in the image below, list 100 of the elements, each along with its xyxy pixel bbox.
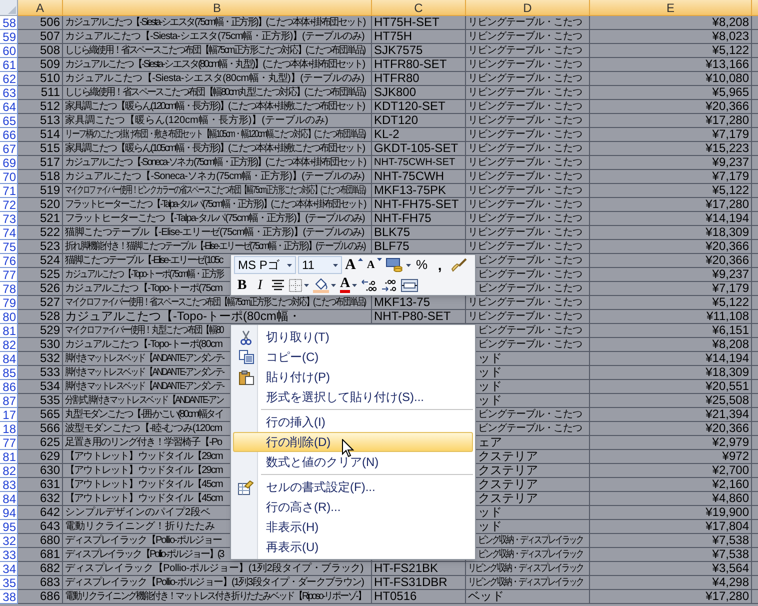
row-header[interactable]: 64 bbox=[0, 100, 18, 114]
column-header[interactable]: A bbox=[18, 0, 63, 16]
fill-color-button[interactable] bbox=[312, 276, 337, 294]
table-cell: リビングテーブル・こたつ bbox=[466, 170, 590, 184]
table-cell: 506 bbox=[18, 16, 63, 30]
down-triangle-icon bbox=[376, 258, 382, 261]
table-cell: 509 bbox=[18, 58, 63, 72]
table-cell: ¥5,122 bbox=[590, 184, 752, 198]
row-header[interactable]: 17 bbox=[0, 408, 18, 422]
row-header[interactable]: 61 bbox=[0, 58, 18, 72]
table-cell: 566 bbox=[18, 422, 63, 436]
row-header[interactable]: 73 bbox=[0, 212, 18, 226]
row-header[interactable]: 80 bbox=[0, 310, 18, 324]
table-cell: ¥18,309 bbox=[590, 366, 752, 380]
clipboard-icon bbox=[238, 370, 254, 384]
row-header[interactable]: 85 bbox=[0, 366, 18, 380]
table-cell: ¥19,900 bbox=[590, 506, 752, 520]
row-header[interactable]: 32 bbox=[0, 534, 18, 548]
table-cell: カジュアルこたつ【-Siesta-シエスタ(80cm幅・丸型)】(テーブルのみ) bbox=[63, 72, 372, 86]
table-cell: 510 bbox=[18, 72, 63, 86]
table-cell: 521 bbox=[18, 212, 63, 226]
row-header[interactable]: 82 bbox=[0, 338, 18, 352]
menu-item[interactable]: 行の削除(D) bbox=[233, 432, 473, 452]
table-cell: ¥9,237 bbox=[590, 156, 752, 170]
format-painter-button[interactable] bbox=[450, 256, 468, 274]
row-header[interactable]: 72 bbox=[0, 198, 18, 212]
row-header[interactable]: 35 bbox=[0, 576, 18, 590]
table-cell: ¥8,208 bbox=[590, 16, 752, 30]
column-header[interactable]: C bbox=[372, 0, 466, 16]
row-header[interactable]: 59 bbox=[0, 30, 18, 44]
table-cell: フラットヒーターこたつ【-Talpa-タルパ(75cm幅・正方形)】(こたつ本体+掛布団セット) bbox=[63, 198, 372, 212]
row-header[interactable]: 33 bbox=[0, 548, 18, 562]
row-header[interactable]: 70 bbox=[0, 170, 18, 184]
row-header[interactable]: 81 bbox=[0, 450, 18, 464]
row-header[interactable]: 69 bbox=[0, 156, 18, 170]
comma-style-button[interactable]: , bbox=[432, 256, 448, 274]
row-header[interactable]: 95 bbox=[0, 520, 18, 534]
row-header[interactable]: 75 bbox=[0, 240, 18, 254]
row-header[interactable]: 66 bbox=[0, 128, 18, 142]
table-cell: 533 bbox=[18, 366, 63, 380]
merge-center-button[interactable] bbox=[400, 276, 420, 294]
copy-icon bbox=[238, 350, 254, 364]
row-header[interactable]: 34 bbox=[0, 562, 18, 576]
row-header[interactable]: 63 bbox=[0, 86, 18, 100]
table-cell: 猫脚こたつテーブル【-Elise-エリーゼ(75cm幅・正方形)】(テーブルのみ) bbox=[63, 226, 372, 240]
table-cell: 681 bbox=[18, 548, 63, 562]
row-header[interactable]: 77 bbox=[0, 268, 18, 282]
column-header[interactable]: E bbox=[590, 0, 752, 16]
table-cell: カジュアルこたつ【-Soneca-ソネカ(75cm幅・正方形)】(テーブルのみ) bbox=[63, 170, 372, 184]
table-cell: NHT-FH75 bbox=[372, 212, 466, 226]
table-cell: HT75H-SET bbox=[372, 16, 466, 30]
row-header[interactable]: 83 bbox=[0, 478, 18, 492]
table-cell: ¥2,979 bbox=[590, 436, 752, 450]
row-header[interactable]: 94 bbox=[0, 506, 18, 520]
table-cell: 527 bbox=[18, 296, 63, 310]
row-header[interactable]: 62 bbox=[0, 72, 18, 86]
center-align-icon bbox=[271, 279, 285, 291]
accounting-format-button[interactable] bbox=[384, 256, 412, 274]
table-cell: 643 bbox=[18, 520, 63, 534]
row-header[interactable]: 76 bbox=[0, 254, 18, 268]
column-header[interactable]: D bbox=[466, 0, 590, 16]
table-cell: 電動リクライニング機能付き！マットレス付き折りたたみベッド【Riposo-リポーゾ-】 bbox=[63, 590, 372, 604]
row-header[interactable]: 71 bbox=[0, 184, 18, 198]
table-cell: ¥7,179 bbox=[590, 282, 752, 296]
font-field[interactable]: MS Pゴ bbox=[234, 256, 296, 274]
table-cell: しじら織使用！省スペースこたつ布団【幅80cm丸型こたつ対応】(こたつ布団単品) bbox=[63, 86, 372, 100]
table-cell: リビングテーブル・こたつ bbox=[466, 198, 590, 212]
row-header[interactable]: 58 bbox=[0, 16, 18, 30]
row-header[interactable]: 86 bbox=[0, 380, 18, 394]
increase-decimal-icon bbox=[361, 278, 378, 292]
row-header[interactable]: 78 bbox=[0, 282, 18, 296]
row-header[interactable]: 18 bbox=[0, 422, 18, 436]
table-cell: リビングテーブル・こたつ bbox=[466, 114, 590, 128]
table-cell: リビング収納・ディスプレイラック bbox=[466, 562, 590, 576]
percent-style-button[interactable]: % bbox=[414, 256, 430, 274]
row-header[interactable]: 74 bbox=[0, 226, 18, 240]
table-cell: リビング収納・ディスプレイラック bbox=[466, 576, 590, 590]
table-cell: ¥17,280 bbox=[590, 198, 752, 212]
row-header[interactable]: 87 bbox=[0, 394, 18, 408]
row-header[interactable]: 65 bbox=[0, 114, 18, 128]
table-cell: KDT120 bbox=[372, 114, 466, 128]
row-header[interactable]: 84 bbox=[0, 492, 18, 506]
table-cell: 632 bbox=[18, 492, 63, 506]
table-cell: リビングテーブル・こたつ bbox=[466, 156, 590, 170]
table-cell: カジュアルこたつ【-Siesta-シエスタ(75cm幅・正方形)】(こたつ本体+掛布団セット) bbox=[63, 16, 372, 30]
table-cell: リビングテーブル・こたつ bbox=[466, 58, 590, 72]
column-header[interactable]: B bbox=[63, 0, 372, 16]
table-cell: 565 bbox=[18, 408, 63, 422]
row-header[interactable]: 38 bbox=[0, 590, 18, 604]
font-size-field[interactable]: 11 bbox=[298, 256, 342, 274]
table-cell: MKF13-75PK bbox=[372, 184, 466, 198]
row-header[interactable]: 84 bbox=[0, 352, 18, 366]
borders-button[interactable] bbox=[288, 276, 310, 294]
row-header[interactable]: 81 bbox=[0, 324, 18, 338]
font-color-button[interactable]: A bbox=[339, 276, 358, 294]
row-header[interactable]: 79 bbox=[0, 296, 18, 310]
row-header[interactable]: 82 bbox=[0, 464, 18, 478]
row-header[interactable]: 77 bbox=[0, 436, 18, 450]
row-header[interactable]: 67 bbox=[0, 142, 18, 156]
row-header[interactable]: 60 bbox=[0, 44, 18, 58]
